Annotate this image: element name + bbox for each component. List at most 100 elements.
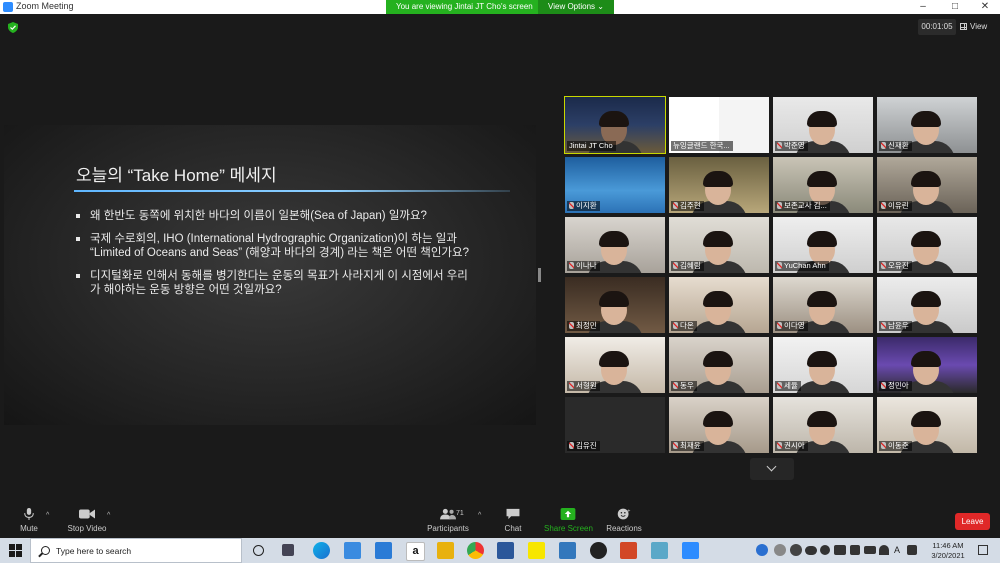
participant-name: 오유진 [888,261,909,270]
participant-tile[interactable]: 남윤우 [877,277,977,333]
chat-button[interactable]: Chat [498,500,528,538]
leave-meeting-button[interactable]: Leave [955,513,990,530]
slide-bullet: 디지털화로 인해서 동해를 병기한다는 운동의 목표가 사라지게 이 시점에서 … [76,269,476,297]
wifi-icon[interactable] [879,545,889,555]
participant-name: 보존교사 김... [784,201,827,210]
share-screen-button[interactable]: Share Screen [544,500,593,538]
participant-tile[interactable]: 이다영 [773,277,873,333]
edge-browser-icon[interactable] [313,542,330,559]
help-icon[interactable] [756,544,768,556]
mute-button[interactable]: Mute [14,500,44,538]
chat-bubble-icon [506,508,520,520]
participant-name-label: 오유진 [879,261,912,271]
participant-name-label: 이유린 [879,201,912,211]
participant-tile[interactable]: 박준영 [773,97,873,153]
participant-tile[interactable]: 김유진 [565,397,665,453]
stop-video-button[interactable]: Stop Video [64,500,110,538]
chrome-icon[interactable] [467,542,484,559]
meeting-timer: 00:01:05 [918,19,956,35]
participant-name: 동우 [680,381,694,390]
participant-hair [703,171,733,187]
security-shield-icon[interactable] [8,22,18,33]
view-options-button[interactable]: View Options ⌄ [538,0,614,14]
battery-icon[interactable] [864,546,876,554]
participant-tile[interactable]: 동우 [669,337,769,393]
taskbar-clock[interactable]: 11:46 AM 3/20/2021 [928,541,968,561]
video-options-caret[interactable]: ^ [107,512,110,519]
close-button[interactable]: ✕ [970,0,1000,14]
participants-button[interactable]: Participants [426,500,470,538]
windows-start-button[interactable] [9,544,22,557]
zoom-taskbar-icon[interactable] [682,542,699,559]
participant-name: 이다영 [784,321,805,330]
chevron-down-icon [766,461,777,472]
participants-label: Participants [427,524,469,533]
participant-tile[interactable]: 신재환 [877,97,977,153]
stop-video-label: Stop Video [67,524,107,533]
muted-mic-icon [673,322,678,329]
task-view-icon[interactable] [282,544,294,556]
tray-app-icon[interactable] [834,545,846,555]
participant-tile[interactable]: 서형원 [565,337,665,393]
chat-label: Chat [504,524,522,533]
participants-options-caret[interactable]: ^ [478,512,481,519]
participant-hair [599,231,629,247]
participant-tile[interactable]: 최정민 [565,277,665,333]
share-screen-icon [560,508,576,520]
store-icon[interactable] [344,542,361,559]
participant-tile[interactable]: 다온 [669,277,769,333]
participant-name-label: 권시아 [775,441,808,451]
clock-date: 3/20/2021 [931,551,965,560]
taskbar-search-box[interactable]: Type here to search [30,538,242,563]
participant-tile[interactable]: 김주현 [669,157,769,213]
participant-tile[interactable]: 이유린 [877,157,977,213]
cortana-icon[interactable] [253,545,264,556]
amazon-icon[interactable]: a [406,542,425,561]
input-language-indicator[interactable]: A [894,545,900,555]
participant-tile[interactable]: YuChan Ahn [773,217,873,273]
muted-mic-icon [673,202,678,209]
participant-tile[interactable]: Jintai JT Cho [564,96,666,154]
participant-tile[interactable]: 김혜림 [669,217,769,273]
muted-mic-icon [569,382,574,389]
photos-icon[interactable] [559,542,576,559]
participant-tile[interactable]: 이동준 [877,397,977,453]
grid-view-icon [960,23,967,30]
kakaotalk-icon[interactable] [528,542,545,559]
tray-app-icon[interactable] [820,545,830,555]
volume-icon[interactable] [907,545,917,555]
participant-tile[interactable]: 정민아 [877,337,977,393]
reactions-label: Reactions [606,524,642,533]
notes-icon[interactable] [651,542,668,559]
mail-icon[interactable] [375,542,392,559]
participant-tile[interactable]: 보존교사 김... [773,157,873,213]
powerpoint-icon[interactable] [620,542,637,559]
participant-tile[interactable]: 이나나 [565,217,665,273]
maximize-button[interactable]: □ [940,0,970,14]
gallery-next-page-button[interactable] [750,458,794,480]
media-player-icon[interactable] [590,542,607,559]
participant-tile[interactable]: 최재윤 [669,397,769,453]
mute-options-caret[interactable]: ^ [46,512,49,519]
muted-mic-icon [881,262,886,269]
minimize-button[interactable]: – [908,0,938,14]
view-button[interactable]: View [960,19,996,35]
participant-name: 최정민 [576,321,597,330]
participant-tile[interactable]: 오유진 [877,217,977,273]
file-explorer-icon[interactable] [437,542,454,559]
tray-app-icon[interactable] [790,544,802,556]
reactions-button[interactable]: + Reactions [604,500,644,538]
muted-mic-icon [569,442,574,449]
bullet-marker [76,274,80,278]
participant-tile[interactable]: 뉴잉글랜드 한국... [669,97,769,153]
participant-tile[interactable]: 이지환 [565,157,665,213]
participant-tile[interactable]: 권시아 [773,397,873,453]
word-icon[interactable] [497,542,514,559]
notification-center-icon[interactable] [978,545,988,555]
participant-name-label: 정민아 [879,381,912,391]
dropbox-icon[interactable] [850,545,860,555]
panel-splitter-handle[interactable] [538,268,541,282]
tray-app-icon[interactable] [774,544,786,556]
onedrive-icon[interactable] [805,546,817,555]
participant-tile[interactable]: 세율 [773,337,873,393]
